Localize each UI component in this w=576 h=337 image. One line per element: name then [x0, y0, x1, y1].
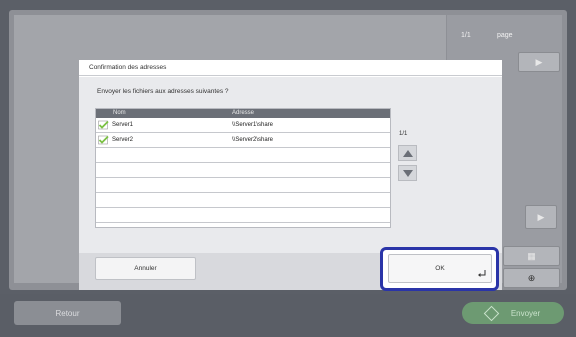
- table-row[interactable]: Server1 \\Server1\share: [96, 118, 390, 133]
- cancel-button[interactable]: Annuler: [95, 257, 196, 280]
- row-name: Server1: [112, 122, 134, 128]
- layout-icon: ▦: [527, 250, 536, 261]
- row-address: \\Server2\share: [232, 137, 274, 143]
- enter-icon: [478, 270, 486, 277]
- table-row[interactable]: Server2 \\Server2\share: [96, 133, 390, 148]
- bg-page-label: page: [497, 32, 513, 39]
- layout-button[interactable]: ▦: [503, 246, 560, 266]
- table-row-empty: [96, 178, 390, 193]
- row-address: \\Server1\share: [232, 122, 274, 128]
- table-row-empty: [96, 163, 390, 178]
- zoom-icon: ⊕: [527, 272, 536, 283]
- check-icon[interactable]: [98, 120, 109, 130]
- row-name: Server2: [112, 137, 134, 143]
- play-icon: ▶: [535, 56, 543, 67]
- scroll-down-button[interactable]: [398, 165, 417, 181]
- arrow-down-icon: [402, 169, 413, 177]
- envoyer-label: Envoyer: [510, 308, 541, 318]
- play-icon: ▶: [537, 211, 545, 222]
- table-pager: 1/1: [399, 131, 408, 137]
- envoyer-button[interactable]: Envoyer: [462, 302, 564, 324]
- table-row-empty: [96, 148, 390, 163]
- arrow-up-icon: [402, 149, 413, 157]
- send-icon: [483, 305, 500, 321]
- column-name: Nom: [113, 110, 126, 116]
- dialog-question: Envoyer les fichiers aux adresses suivan…: [97, 88, 229, 95]
- bg-next-button[interactable]: ▶: [518, 52, 560, 72]
- bg-page-count: 1/1: [461, 32, 471, 39]
- table-header: Nom Adresse: [96, 109, 390, 118]
- dialog-title: Confirmation des adresses: [79, 60, 502, 76]
- zoom-button[interactable]: ⊕: [503, 268, 560, 288]
- retour-button[interactable]: Retour: [14, 301, 121, 325]
- address-table: Nom Adresse Server1 \\Server1\share Serv…: [95, 108, 391, 228]
- check-icon[interactable]: [98, 135, 109, 145]
- table-row-empty: [96, 193, 390, 208]
- scroll-up-button[interactable]: [398, 145, 417, 161]
- bg-next-2-button[interactable]: ▶: [525, 205, 557, 229]
- column-address: Adresse: [232, 110, 255, 116]
- table-row-empty: [96, 208, 390, 223]
- ok-label: OK: [435, 265, 445, 272]
- ok-button[interactable]: OK: [388, 254, 492, 283]
